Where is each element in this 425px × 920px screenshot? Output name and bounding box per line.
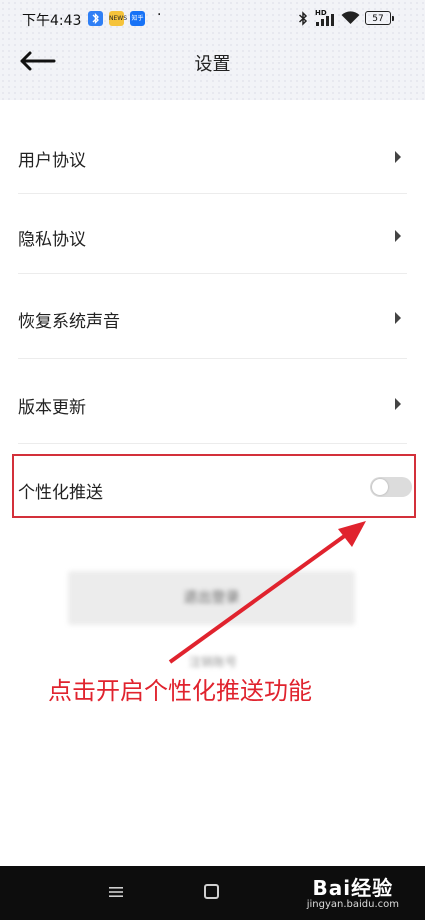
divider xyxy=(18,443,407,444)
bluetooth-icon xyxy=(298,11,308,26)
settings-item-label: 隐私协议 xyxy=(18,230,86,250)
logout-button[interactable]: 退出登录 xyxy=(68,571,355,625)
watermark-logo: Bai经验 xyxy=(312,876,394,900)
settings-item-label: 用户协议 xyxy=(18,151,86,171)
settings-item-personalized-push: 个性化推送 xyxy=(18,478,407,503)
bluetooth-app-icon xyxy=(88,11,103,26)
zhihu-app-icon: 知乎 xyxy=(130,11,145,26)
chevron-right-icon xyxy=(395,312,401,324)
signal-icon xyxy=(316,14,334,26)
battery-indicator: 57 xyxy=(365,11,394,25)
settings-item-privacy-agreement[interactable]: 隐私协议 xyxy=(18,225,407,250)
page-header: 设置 xyxy=(0,38,425,100)
toggle-knob xyxy=(372,479,388,495)
divider xyxy=(18,358,407,359)
status-bar: 下午4:43 NEWS 知乎 · HD 57 xyxy=(0,0,425,38)
settings-item-version-update[interactable]: 版本更新 xyxy=(18,393,407,418)
status-dot: · xyxy=(157,7,162,23)
settings-item-label: 版本更新 xyxy=(18,398,86,418)
delete-account-link[interactable]: 注销账号 xyxy=(170,653,256,670)
baidu-jingyan-watermark: Bai经验 jingyan.baidu.com xyxy=(307,872,399,910)
chevron-right-icon xyxy=(395,398,401,410)
menu-icon[interactable] xyxy=(109,886,123,898)
chevron-right-icon xyxy=(395,151,401,163)
settings-item-user-agreement[interactable]: 用户协议 xyxy=(18,146,407,171)
annotation-text: 点击开启个性化推送功能 xyxy=(48,677,312,705)
divider xyxy=(18,273,407,274)
news-app-icon: NEWS xyxy=(109,11,127,26)
status-time: 下午4:43 xyxy=(22,13,82,29)
personalized-push-toggle[interactable] xyxy=(370,477,412,497)
divider xyxy=(18,193,407,194)
watermark-site: jingyan.baidu.com xyxy=(306,899,399,910)
wifi-icon xyxy=(341,11,360,24)
settings-item-label: 个性化推送 xyxy=(18,483,103,503)
settings-item-label: 恢复系统声音 xyxy=(18,312,120,332)
settings-item-restore-sound[interactable]: 恢复系统声音 xyxy=(18,307,407,332)
page-title: 设置 xyxy=(194,54,231,75)
chevron-right-icon xyxy=(395,230,401,242)
home-button[interactable] xyxy=(204,884,219,899)
